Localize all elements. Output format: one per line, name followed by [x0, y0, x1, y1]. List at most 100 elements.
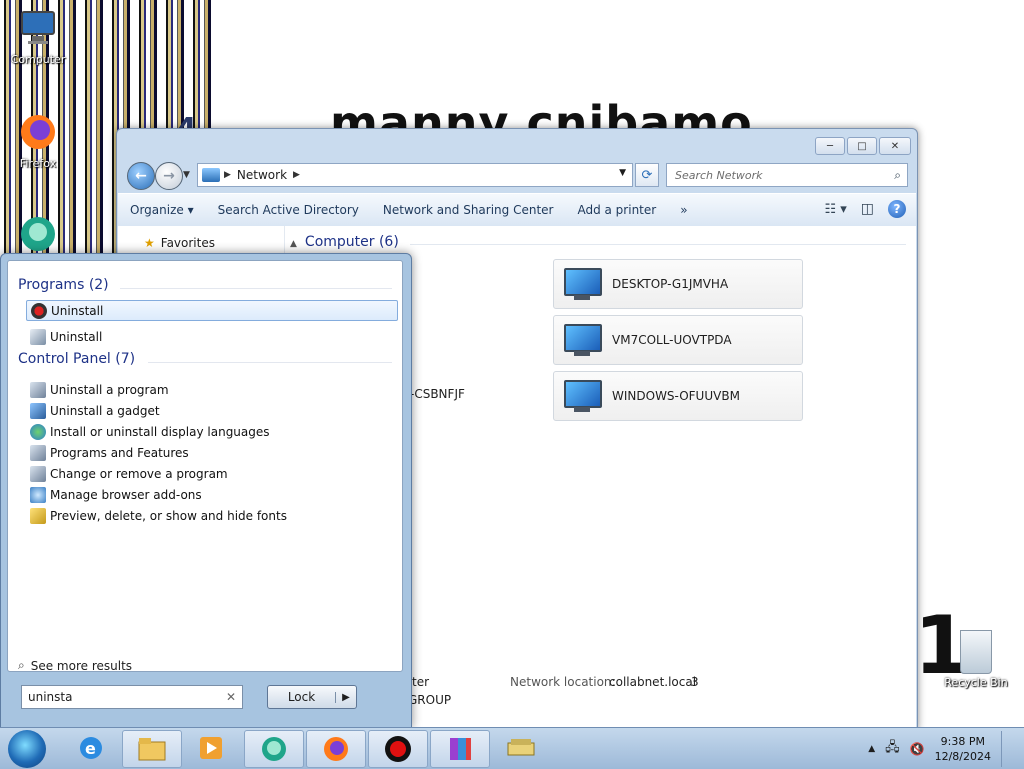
refresh-button[interactable]: ⟳ — [635, 163, 659, 187]
see-more-results-link[interactable]: ⌕ See more results — [18, 658, 132, 673]
cp-browser-addons[interactable]: Manage browser add-ons — [26, 485, 396, 505]
shutdown-options-arrow-icon[interactable]: ▶ — [335, 691, 356, 703]
computer-icon — [21, 11, 55, 44]
taskbar-internet-explorer[interactable]: e — [62, 730, 120, 766]
details-text: ter — [412, 675, 430, 689]
more-commands-button[interactable]: » — [668, 203, 699, 217]
computer-name: VM7COLL-UOVTPDA — [612, 333, 732, 347]
start-search-input[interactable]: uninsta ✕ — [21, 685, 243, 709]
help-icon[interactable]: ? — [888, 200, 906, 218]
computer-name-partial[interactable]: -CSBNFJF — [410, 387, 465, 401]
collapse-icon: ▲ — [290, 239, 297, 249]
computer-tile[interactable]: WINDOWS-OFUUVBM — [553, 371, 803, 421]
program-result-uninstall[interactable]: Uninstall — [26, 300, 398, 321]
group-header-computer[interactable]: ▲ Computer (6) — [290, 234, 906, 250]
taskbar-recorder[interactable] — [368, 730, 428, 768]
control-panel-header[interactable]: Control Panel (7) — [18, 351, 135, 367]
globe-icon — [30, 424, 46, 440]
organize-button[interactable]: Organize ▾ — [118, 203, 206, 217]
desktop-icon-recycle-bin[interactable]: Recycle Bin — [944, 630, 1008, 689]
clock-time: 9:38 PM — [940, 735, 985, 748]
network-location-label: Network location: — [510, 675, 616, 689]
chat-app-icon — [262, 737, 286, 761]
desktop-icon-label: Firefox — [19, 157, 57, 170]
volume-muted-icon[interactable]: 🔇 — [910, 742, 925, 756]
close-button[interactable]: ✕ — [879, 137, 911, 155]
address-row: ← → ▼ ▶ Network ▶ ▼ ⟳ Search Network ⌕ — [125, 161, 909, 190]
desktop-icon-computer[interactable]: Computer — [6, 8, 70, 66]
lock-button[interactable]: Lock ▶ — [267, 685, 357, 709]
program-result-uninstall-2[interactable]: Uninstall — [26, 327, 396, 347]
breadcrumb-network[interactable]: Network — [237, 168, 287, 182]
show-desktop-button[interactable] — [1001, 731, 1014, 767]
desktop-icon-label: Computer — [10, 53, 66, 66]
breadcrumb-separator: ▶ — [293, 170, 300, 180]
cp-display-languages[interactable]: Install or uninstall display languages — [26, 422, 396, 442]
show-hidden-icons-icon[interactable]: ▲ — [868, 744, 875, 754]
start-orb[interactable] — [8, 730, 46, 768]
network-location-value: collabnet.local — [609, 675, 697, 689]
nav-favorites[interactable]: ★ Favorites — [144, 236, 215, 250]
star-icon: ★ — [144, 236, 155, 250]
lock-label: Lock — [287, 690, 316, 704]
search-results-panel: Programs (2) Uninstall Uninstall Control… — [7, 260, 403, 673]
desktop-icon-label: Recycle Bin — [944, 676, 1008, 689]
maximize-button[interactable]: □ — [847, 137, 877, 155]
taskbar-scanner[interactable] — [492, 730, 550, 766]
file-explorer-icon — [138, 738, 166, 761]
gadget-icon — [30, 403, 46, 419]
taskbar: e ▲ 🖧 🔇 9:38 PM 12/8/2024 — [0, 727, 1024, 769]
search-placeholder: Search Network — [675, 168, 763, 182]
taskbar-chat-app[interactable] — [244, 730, 304, 768]
cp-programs-features[interactable]: Programs and Features — [26, 443, 396, 463]
search-icon: ⌕ — [894, 167, 901, 182]
minimize-button[interactable]: ─ — [815, 137, 845, 155]
internet-explorer-icon: e — [80, 737, 102, 759]
programs-header[interactable]: Programs (2) — [18, 277, 109, 293]
taskbar-file-explorer[interactable] — [122, 730, 182, 768]
computer-tile[interactable]: DESKTOP-G1JMVHA — [553, 259, 803, 309]
monitor-icon — [560, 322, 604, 358]
media-player-icon — [200, 737, 222, 759]
network-tray-icon[interactable]: 🖧 — [885, 738, 900, 760]
record-icon — [385, 736, 411, 762]
back-button[interactable]: ← — [127, 162, 155, 190]
taskbar-archive[interactable] — [430, 730, 490, 768]
section-divider — [120, 288, 392, 289]
cp-fonts[interactable]: Preview, delete, or show and hide fonts — [26, 506, 396, 526]
search-active-directory-button[interactable]: Search Active Directory — [206, 203, 371, 217]
uninstall-app-icon — [31, 302, 47, 319]
cp-change-remove-program[interactable]: Change or remove a program — [26, 464, 396, 484]
taskbar-firefox[interactable] — [306, 730, 366, 768]
network-sharing-center-button[interactable]: Network and Sharing Center — [371, 203, 566, 217]
search-network-input[interactable]: Search Network ⌕ — [666, 163, 908, 187]
cp-uninstall-program[interactable]: Uninstall a program — [26, 380, 396, 400]
address-bar[interactable]: ▶ Network ▶ ▼ — [197, 163, 633, 187]
clear-search-icon[interactable]: ✕ — [226, 690, 236, 704]
view-options-icon[interactable]: ☷ ▾ — [824, 202, 846, 217]
search-query: uninsta — [28, 690, 73, 704]
programs-icon — [30, 466, 46, 482]
cp-uninstall-gadget[interactable]: Uninstall a gadget — [26, 401, 396, 421]
scanner-icon — [507, 739, 535, 756]
archive-icon — [450, 738, 471, 760]
preview-pane-icon[interactable]: ◫ — [861, 201, 874, 217]
forward-button[interactable]: → — [155, 162, 183, 190]
network-location-extra: 3 — [691, 675, 699, 689]
monitor-icon — [560, 266, 604, 302]
search-icon: ⌕ — [18, 658, 25, 672]
firefox-icon — [21, 115, 55, 149]
address-dropdown-icon[interactable]: ▼ — [619, 168, 626, 178]
system-clock[interactable]: 9:38 PM 12/8/2024 — [935, 734, 991, 764]
command-bar: Organize ▾ Search Active Directory Netwo… — [118, 193, 916, 227]
add-printer-button[interactable]: Add a printer — [565, 203, 668, 217]
taskbar-media-player[interactable] — [182, 730, 240, 766]
window-controls: ─ □ ✕ — [815, 137, 911, 155]
desktop-icon-firefox[interactable]: Firefox — [6, 112, 70, 170]
group-divider — [410, 244, 906, 245]
computer-tile[interactable]: VM7COLL-UOVTPDA — [553, 315, 803, 365]
recent-pages-dropdown[interactable]: ▼ — [183, 170, 190, 180]
breadcrumb-separator: ▶ — [224, 170, 231, 180]
programs-icon — [30, 382, 46, 398]
clock-date: 12/8/2024 — [934, 750, 991, 763]
